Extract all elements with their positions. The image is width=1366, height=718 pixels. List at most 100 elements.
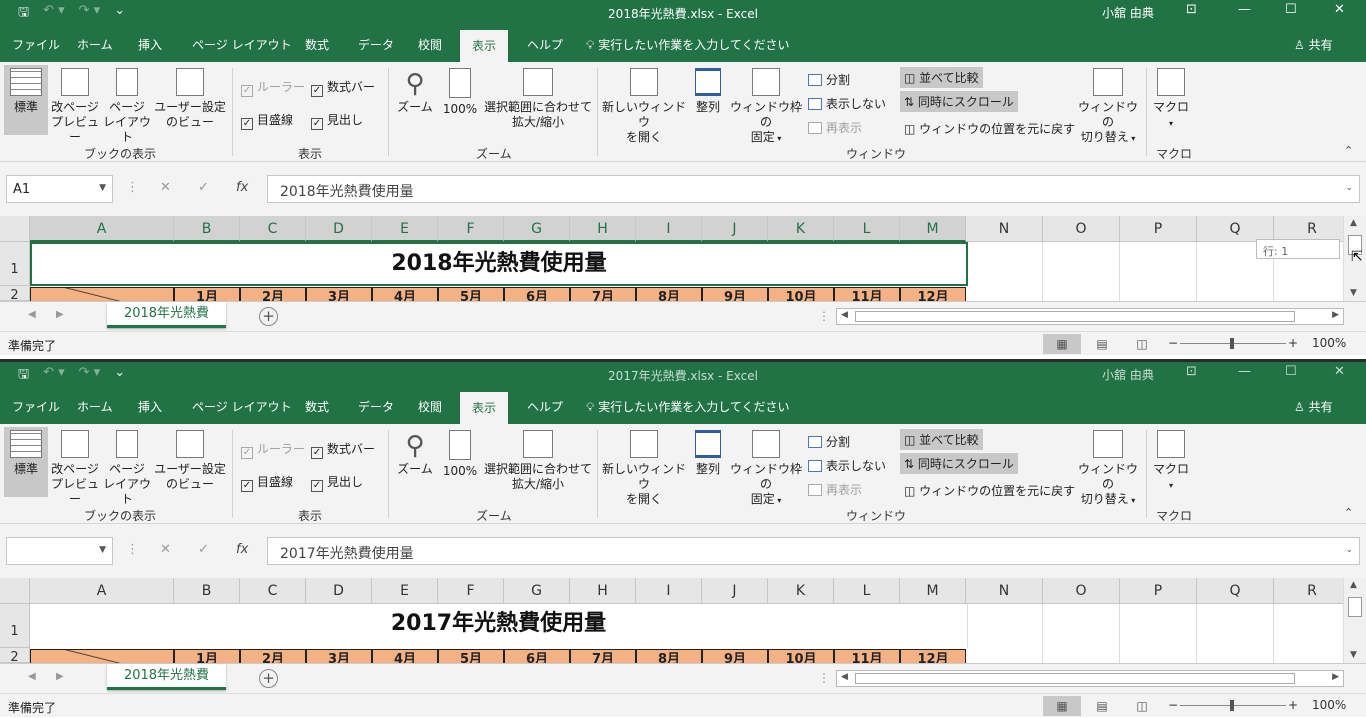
column-header[interactable]: D xyxy=(306,578,372,604)
zoom-level[interactable]: 100% xyxy=(1312,698,1346,712)
page-break-view-icon[interactable]: ◫ xyxy=(1123,334,1161,354)
column-header[interactable]: M xyxy=(900,578,966,604)
column-header[interactable]: F xyxy=(438,216,504,242)
zoom-out-icon[interactable]: − xyxy=(1168,336,1178,350)
split-button[interactable]: 分割 xyxy=(808,433,850,450)
column-header[interactable]: N xyxy=(966,216,1043,242)
user-name[interactable]: 小舘 由典 xyxy=(1102,4,1154,21)
custom-views-button[interactable]: ユーザー設定 のビュー xyxy=(154,430,226,492)
ribbon-display-options-icon[interactable]: ⊡ xyxy=(1186,2,1197,17)
insert-function-icon[interactable]: fx xyxy=(236,542,248,557)
arrange-all-button[interactable]: 整列 xyxy=(690,68,726,115)
ruler-checkbox[interactable]: ✓ ルーラー xyxy=(241,78,305,97)
column-header[interactable]: E xyxy=(372,578,438,604)
close-icon[interactable]: ✕ xyxy=(1334,364,1345,379)
tell-me-search[interactable]: 💡︎ 実行したい作業を入力してください xyxy=(586,36,790,53)
splitter-icon[interactable]: ⋮ xyxy=(818,309,830,323)
maximize-icon[interactable]: ☐ xyxy=(1285,364,1297,379)
sheet-tab[interactable]: 2018年光熱費 xyxy=(107,302,226,328)
scroll-thumb[interactable] xyxy=(855,311,1295,322)
prev-sheet-icon[interactable]: ◀ xyxy=(28,671,36,682)
headings-checkbox[interactable]: ✓ 見出し xyxy=(311,111,363,130)
column-header[interactable]: A xyxy=(30,216,174,242)
column-header[interactable]: I xyxy=(636,578,702,604)
tab-help[interactable]: ヘルプ xyxy=(527,36,563,53)
zoom-button[interactable]: ⚲ ズーム xyxy=(396,430,434,477)
zoom-100-button[interactable]: 100% xyxy=(440,430,480,479)
column-header[interactable]: P xyxy=(1120,578,1197,604)
select-all-corner[interactable] xyxy=(0,216,30,242)
gridlines-checkbox[interactable]: ✓ 目盛線 xyxy=(241,473,293,492)
column-header[interactable]: M xyxy=(900,216,966,242)
column-header[interactable]: O xyxy=(1043,216,1120,242)
row-header[interactable]: 2 xyxy=(0,648,30,665)
vertical-scrollbar[interactable]: ▲ ▼ xyxy=(1343,578,1366,663)
tab-review[interactable]: 校閲 xyxy=(418,398,442,415)
horizontal-scrollbar[interactable]: ◀ ▶ xyxy=(836,670,1344,687)
switch-windows-button[interactable]: ウィンドウの 切り替え ▾ xyxy=(1076,430,1140,508)
column-header[interactable]: B xyxy=(174,216,240,242)
zoom-level[interactable]: 100% xyxy=(1312,336,1346,350)
zoom-100-button[interactable]: 100% xyxy=(440,68,480,117)
tab-formulas[interactable]: 数式 xyxy=(305,36,329,53)
scroll-left-icon[interactable]: ◀ xyxy=(841,672,848,682)
tell-me-search[interactable]: 💡︎ 実行したい作業を入力してください xyxy=(586,398,790,415)
next-sheet-icon[interactable]: ▶ xyxy=(56,671,64,682)
tab-review[interactable]: 校閲 xyxy=(418,36,442,53)
reset-window-position-button[interactable]: ◫ ウィンドウの位置を元に戻す xyxy=(904,120,1075,137)
page-break-preview-button[interactable]: 改ページ プレビュー xyxy=(50,68,100,145)
column-header[interactable]: L xyxy=(834,578,900,604)
expand-formula-icon[interactable]: ⌄ xyxy=(1345,545,1353,555)
share-button[interactable]: ♙ 共有 xyxy=(1294,36,1333,53)
column-header[interactable]: F xyxy=(438,578,504,604)
tab-view[interactable]: 表示 xyxy=(460,30,509,62)
tab-data[interactable]: データ xyxy=(358,36,394,53)
synchronous-scrolling-button[interactable]: ⇅ 同時にスクロール xyxy=(900,91,1018,112)
formula-input[interactable]: 2017年光熱費使用量 ⌄ xyxy=(267,537,1360,565)
zoom-slider[interactable]: − + 100% xyxy=(1166,698,1362,714)
column-header[interactable]: L xyxy=(834,216,900,242)
new-window-button[interactable]: 新しいウィンドウ を開く xyxy=(602,430,686,507)
zoom-to-selection-button[interactable]: 選択範囲に合わせて 拡大/縮小 xyxy=(484,430,592,492)
zoom-slider[interactable]: − + 100% xyxy=(1166,336,1362,352)
column-header[interactable]: J xyxy=(702,216,768,242)
prev-sheet-icon[interactable]: ◀ xyxy=(28,309,36,320)
scroll-thumb[interactable] xyxy=(855,673,1295,684)
add-sheet-icon[interactable]: + xyxy=(259,307,278,326)
zoom-button[interactable]: ⚲ ズーム xyxy=(396,68,434,115)
worksheet-grid[interactable]: ABCDEFGHIJKLMNOPQR 1 2 2017年光熱費使用量 1月 2月 3… xyxy=(0,578,1366,669)
page-break-preview-button[interactable]: 改ページ プレビュー xyxy=(50,430,100,507)
title-cell[interactable]: 2018年光熱費使用量 xyxy=(30,242,968,286)
row-header[interactable]: 2 xyxy=(0,286,30,303)
expand-formula-icon[interactable]: ⌄ xyxy=(1345,183,1353,193)
column-header[interactable]: O xyxy=(1043,578,1120,604)
ribbon-display-options-icon[interactable]: ⊡ xyxy=(1186,364,1197,379)
tab-help[interactable]: ヘルプ xyxy=(527,398,563,415)
maximize-icon[interactable]: ☐ xyxy=(1285,2,1297,17)
collapse-ribbon-icon[interactable]: ⌃ xyxy=(1344,144,1353,157)
zoom-in-icon[interactable]: + xyxy=(1288,698,1298,712)
tab-file[interactable]: ファイル xyxy=(12,36,60,53)
zoom-knob[interactable] xyxy=(1230,338,1234,349)
column-header[interactable]: G xyxy=(504,216,570,242)
row-header[interactable]: 1 xyxy=(0,604,30,648)
next-sheet-icon[interactable]: ▶ xyxy=(56,309,64,320)
column-header[interactable]: K xyxy=(768,578,834,604)
column-header[interactable]: K xyxy=(768,216,834,242)
scroll-right-icon[interactable]: ▶ xyxy=(1332,672,1339,682)
tab-data[interactable]: データ xyxy=(358,398,394,415)
row-header[interactable]: 1 xyxy=(0,242,30,286)
column-header[interactable]: D xyxy=(306,216,372,242)
view-side-by-side-button[interactable]: ◫ 並べて比較 xyxy=(900,429,983,450)
tab-page-layout[interactable]: ページ レイアウト xyxy=(192,36,292,53)
normal-view-icon[interactable]: ▦ xyxy=(1043,696,1081,716)
freeze-panes-button[interactable]: ウィンドウ枠の 固定 ▾ xyxy=(730,430,802,508)
page-layout-view-icon[interactable]: ▤ xyxy=(1083,696,1121,716)
gridlines-checkbox[interactable]: ✓ 目盛線 xyxy=(241,111,293,130)
sheet-tab[interactable]: 2018年光熱費 xyxy=(107,664,226,690)
splitter-icon[interactable]: ⋮ xyxy=(818,671,830,685)
zoom-knob[interactable] xyxy=(1230,700,1234,711)
headings-checkbox[interactable]: ✓ 見出し xyxy=(311,473,363,492)
cancel-icon[interactable]: ✕ xyxy=(160,180,171,195)
minimize-icon[interactable]: — xyxy=(1238,364,1251,379)
